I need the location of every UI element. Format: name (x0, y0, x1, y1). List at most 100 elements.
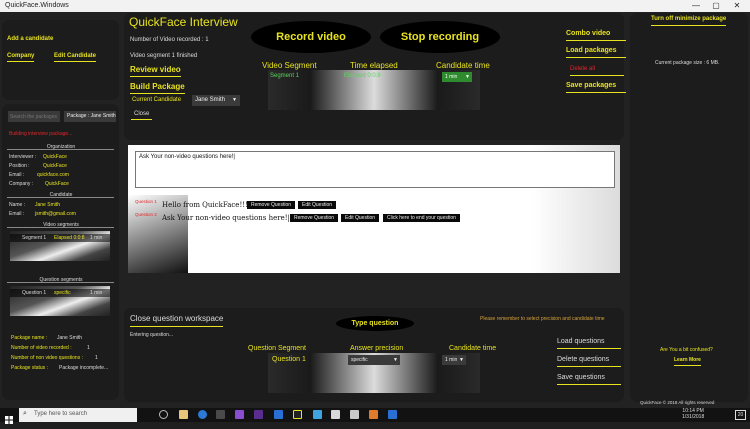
maximize-button[interactable]: ▢ (708, 0, 724, 12)
vs-code-icon[interactable] (254, 410, 263, 419)
windows-logo-icon[interactable] (5, 411, 13, 424)
organization-rows: Interviewer : QuickFace Position : QuickFa… (9, 153, 69, 189)
question-1-label: Question 1 (135, 199, 157, 204)
remove-question-button[interactable]: Remove Question (290, 214, 339, 222)
package-info-row: Package status : Package incomplete... (11, 365, 109, 371)
end-question-button[interactable]: Click here to end your question (383, 214, 460, 222)
load-questions-button[interactable]: Load questions (557, 338, 621, 349)
question-time-select[interactable]: 1 min ▼ (442, 355, 466, 365)
current-candidate-select[interactable]: Jane Smith ▼ (192, 95, 240, 106)
close-button[interactable]: Close (131, 109, 153, 120)
taskbar-search-box[interactable]: ⌕ Type here to search (19, 408, 137, 422)
org-row: Email : quickface.com (9, 172, 69, 178)
record-video-button[interactable]: Record video (251, 21, 371, 53)
notepad-icon[interactable] (331, 410, 340, 419)
clock[interactable]: 10:14 PM 1/31/2018 (682, 408, 704, 420)
candidate-time-select[interactable]: 1 min ▼ (442, 72, 472, 82)
question-2-text: Ask Your non-video questions here!| (162, 214, 290, 222)
confused-text: Are You a bit confused? (660, 347, 713, 353)
save-packages-button[interactable]: Save packages (566, 82, 626, 93)
paint-icon[interactable] (350, 410, 359, 419)
copyright: QuickFace © 2018 All rights reserved (640, 400, 715, 405)
media-icon[interactable] (369, 410, 378, 419)
edit-question-button[interactable]: Edit Question (298, 201, 337, 209)
videos-recorded-count: Number of Video recorded : 1 (130, 37, 209, 43)
col-time-elapsed: Time elapsed (350, 61, 398, 70)
search-icon: ⌕ (23, 410, 27, 417)
question-input[interactable]: Ask Your non-video questions here!| (135, 151, 615, 188)
col-answer-precision: Answer precision (350, 345, 404, 352)
edge-icon[interactable] (198, 410, 207, 419)
close-window-button[interactable]: ✕ (729, 0, 745, 12)
remove-question-button[interactable]: Remove Question (247, 201, 296, 209)
delete-all-button[interactable]: Delete all (570, 66, 624, 76)
build-package-button[interactable]: Build Package (130, 82, 185, 94)
word-icon[interactable] (313, 410, 322, 419)
page-title: QuickFace Interview (129, 15, 238, 29)
divider (7, 282, 114, 283)
notification-center-icon[interactable]: 20 (735, 410, 746, 420)
precision-select[interactable]: specific ▼ (348, 355, 400, 365)
list-item[interactable]: Segment 1 Elapsed 0:0:8 1 min (10, 234, 110, 242)
stop-recording-button[interactable]: Stop recording (380, 21, 500, 53)
info-panel (630, 13, 748, 402)
question-segments-list[interactable]: Question 1 specific 1 min (10, 286, 110, 316)
cortana-icon[interactable] (159, 410, 168, 419)
edit-candidate-button[interactable]: Edit Candidate (54, 53, 97, 62)
divider (7, 149, 114, 150)
minimize-button[interactable]: — (688, 0, 704, 12)
visual-studio-icon[interactable] (235, 410, 244, 419)
candidate-row: Name : Jane Smith (9, 202, 61, 208)
org-row: Position : QuickFace (9, 163, 67, 169)
package-info-row: Package name : Jane Smith (11, 335, 83, 341)
list-item[interactable]: Question 1 specific 1 min (10, 289, 110, 297)
chevron-down-icon: ▼ (393, 357, 398, 363)
company-button[interactable]: Company (7, 53, 35, 62)
candidate-row: Email : jsmith@gmail.com (9, 211, 76, 217)
col-candidate-time: Candidate time (449, 345, 497, 352)
col-question-segment: Question Segment (248, 345, 306, 352)
chevron-down-icon: ▼ (232, 97, 237, 103)
candidate-rows: Name : Jane Smith Email : jsmith@gmail.com (9, 201, 76, 219)
title-bar: QuickFace.Windows (0, 0, 750, 12)
chevron-down-icon: ▼ (459, 357, 464, 363)
photos-icon[interactable] (388, 410, 397, 419)
load-packages-button[interactable]: Load packages (566, 47, 626, 58)
col-video-segment: Video Segment (262, 61, 317, 70)
question-1-text: Hello from QuickFace!!! (162, 201, 248, 209)
package-size: Current package size : 6 MB. (655, 60, 720, 66)
org-row: Interviewer : QuickFace (9, 154, 67, 160)
file-explorer-icon[interactable] (179, 410, 188, 419)
current-candidate-label: Current Candidate (132, 97, 182, 103)
divider (7, 227, 114, 228)
org-row: Company : QuickFace (9, 181, 69, 187)
save-questions-button[interactable]: Save questions (557, 374, 621, 385)
table-row[interactable]: Question 1 specific ▼ 1 min ▼ (268, 355, 480, 366)
col-candidate-time: Candidate time (436, 61, 490, 70)
review-video-button[interactable]: Review video (130, 65, 181, 77)
building-status: Building interview package... (9, 131, 73, 137)
table-row[interactable]: Segment 1 Elapsed 0:0:8 1 min ▼ (268, 72, 480, 82)
store-icon[interactable] (216, 410, 225, 419)
package-info: Package name : Jane Smith Number of video… (11, 333, 108, 373)
chevron-down-icon: ▼ (465, 74, 470, 80)
turn-off-minimize-button[interactable]: Turn off minimize package (651, 16, 727, 26)
edit-question-button[interactable]: Edit Question (341, 214, 380, 222)
package-info-row: Number of video recorded :1 (11, 345, 90, 351)
quickface-app-icon[interactable] (293, 410, 302, 419)
window-title: QuickFace.Windows (5, 2, 69, 9)
search-packages-input[interactable] (8, 111, 60, 122)
delete-questions-button[interactable]: Delete questions (557, 356, 621, 367)
type-question-button[interactable]: Type question (336, 316, 414, 331)
powershell-icon[interactable] (274, 410, 283, 419)
segment-finished-status: Video segment 1 finished (130, 53, 198, 59)
combo-video-button[interactable]: Combo video (566, 30, 626, 41)
reminder-text: Please remember to select precision and … (480, 316, 605, 322)
package-chip[interactable]: Package : Jane Smith (64, 111, 116, 122)
close-workspace-button[interactable]: Close question workspace (130, 314, 224, 327)
package-info-row: Number of non video questions :1 (11, 355, 98, 361)
divider (7, 197, 114, 198)
add-candidate-button[interactable]: Add a candidate (7, 36, 53, 42)
video-segments-list[interactable]: Segment 1 Elapsed 0:0:8 1 min (10, 231, 110, 261)
learn-more-link[interactable]: Learn More (674, 357, 701, 366)
